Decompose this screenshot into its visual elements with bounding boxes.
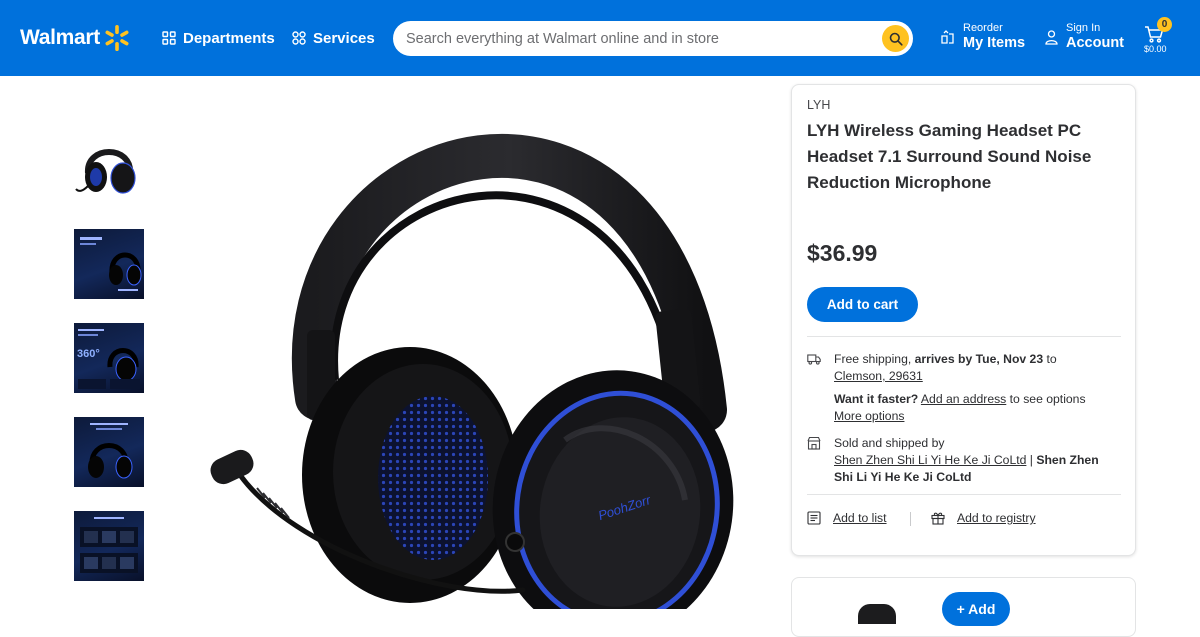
product-price: $36.99: [807, 240, 878, 266]
thumbnail-3[interactable]: 360°: [74, 323, 144, 393]
add-to-list-button[interactable]: Add to list: [807, 511, 887, 525]
add-to-list-label: Add to list: [833, 511, 887, 525]
sold-by-label: Sold and shipped by: [834, 436, 945, 450]
logo-text: Walmart: [20, 26, 100, 49]
divider: [807, 336, 1121, 337]
shipping-suffix: to: [1043, 352, 1057, 366]
spark-icon: [105, 25, 129, 51]
arrival-date: arrives by Tue, Nov 23: [914, 352, 1044, 366]
add-to-registry-label: Add to registry: [957, 511, 1036, 525]
list-icon: [807, 511, 821, 525]
site-header: Walmart Departments Services Search ever…: [0, 0, 1200, 76]
product-title: LYH Wireless Gaming Headset PC Headset 7…: [807, 121, 1092, 192]
faster-delivery-row: Want it faster? Add an address to see op…: [807, 391, 1121, 427]
bundle-product-image: [858, 604, 896, 624]
location-link[interactable]: Clemson, 29631: [834, 369, 923, 383]
faster-suffix: to see options: [1006, 392, 1086, 406]
departments-button[interactable]: Departments: [162, 26, 275, 50]
user-icon: [1045, 29, 1058, 45]
action-separator: [910, 512, 911, 526]
reorder-my-items[interactable]: Reorder My Items: [940, 22, 1025, 52]
add-bundle-button[interactable]: + Add: [942, 592, 1010, 626]
thumbnail-1[interactable]: [74, 131, 144, 201]
cart-button[interactable]: 0 $0.00: [1140, 17, 1180, 58]
seller-row: Sold and shipped by Shen Zhen Shi Li Yi …: [807, 435, 1121, 487]
divider: [807, 494, 1121, 495]
gift-icon: [931, 512, 945, 525]
bundle-card: + Add: [791, 577, 1136, 637]
more-options-link[interactable]: More options: [834, 409, 904, 423]
headset-thumbnail-image: [75, 149, 136, 194]
departments-label: Departments: [183, 29, 275, 47]
seller-link[interactable]: Shen Zhen Shi Li Yi He Ke Ji CoLtd: [834, 453, 1026, 467]
buy-box: LYH LYH Wireless Gaming Headset PC Heads…: [791, 84, 1136, 556]
signin-small-label: Sign In: [1066, 22, 1101, 34]
account-button[interactable]: Sign In Account: [1045, 22, 1124, 52]
feature-thumbnail-image: [80, 237, 142, 291]
account-label: Account: [1066, 35, 1124, 51]
svg-text:360°: 360°: [77, 348, 100, 360]
thumbnail-5[interactable]: [74, 511, 144, 581]
shipping-row: Free shipping, arrives by Tue, Nov 23 to…: [807, 351, 1121, 387]
search-input[interactable]: [406, 30, 882, 47]
product-brand[interactable]: LYH: [807, 98, 830, 112]
store-icon: [807, 436, 821, 450]
services-icon: [292, 31, 306, 45]
truck-icon: [807, 354, 821, 365]
shipping-prefix: Free shipping,: [834, 352, 915, 366]
battery-thumbnail-image: [88, 423, 133, 479]
search-button[interactable]: [882, 25, 909, 52]
thumbnail-list: 360°: [74, 131, 146, 605]
thumbnail-2[interactable]: [74, 229, 144, 299]
my-items-label: My Items: [963, 35, 1026, 51]
cart-total: $0.00: [1144, 44, 1167, 54]
add-to-registry-button[interactable]: Add to registry: [931, 511, 1036, 525]
reorder-small-label: Reorder: [963, 22, 1003, 34]
services-label: Services: [313, 29, 375, 47]
product-main-image[interactable]: PoohZorr: [205, 80, 745, 609]
services-button[interactable]: Services: [292, 26, 375, 50]
search-icon: [889, 32, 903, 46]
add-to-cart-button[interactable]: Add to cart: [807, 287, 918, 322]
compatibility-thumbnail-image: [80, 517, 138, 573]
thumbnail-4[interactable]: [74, 417, 144, 487]
reorder-icon: [941, 29, 954, 44]
cart-count-badge: 0: [1157, 17, 1172, 32]
search-bar: [393, 21, 913, 56]
grid-icon: [162, 31, 176, 45]
seller-separator: |: [1026, 453, 1037, 467]
add-address-link[interactable]: Add an address: [921, 392, 1006, 406]
rotation-thumbnail-image: 360°: [77, 329, 140, 389]
want-it-faster-label: Want it faster?: [834, 392, 919, 406]
walmart-logo[interactable]: Walmart: [20, 22, 132, 54]
